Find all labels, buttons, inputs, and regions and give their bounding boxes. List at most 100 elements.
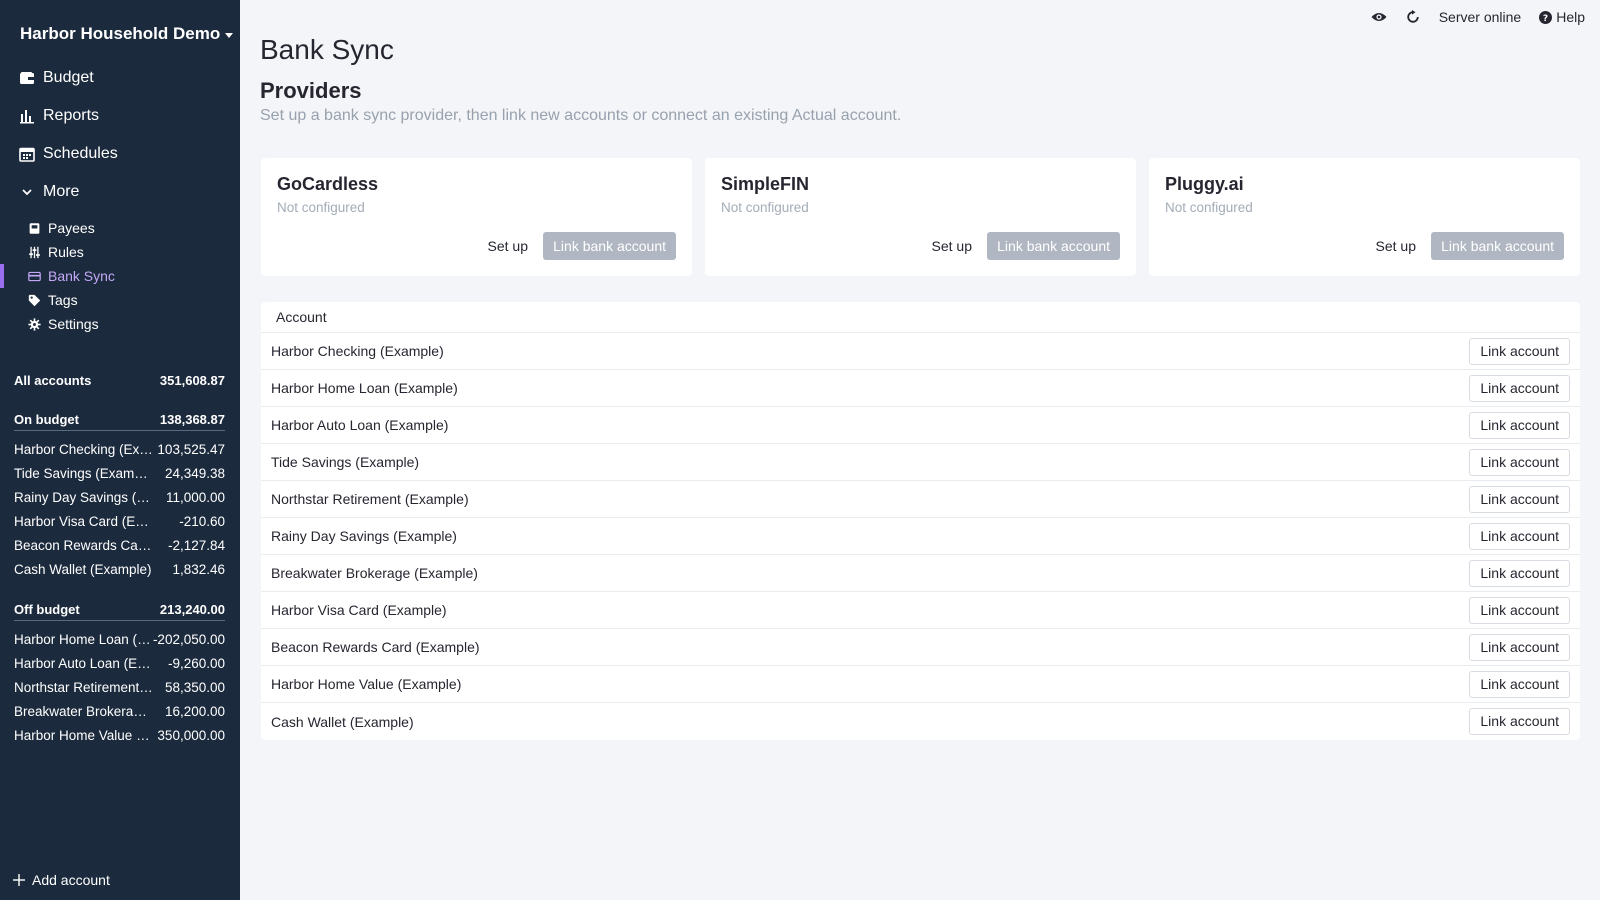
nav-bank-sync-label: Bank Sync xyxy=(48,268,115,284)
sliders-icon xyxy=(29,246,40,258)
account-item[interactable]: Tide Savings (Example) 24,349.38 xyxy=(14,466,225,481)
nav-more-label: More xyxy=(43,183,80,200)
account-name: Breakwater Brokerage (Example) xyxy=(271,565,478,581)
account-amount: -9,260.00 xyxy=(167,656,225,671)
nav-reports[interactable]: Reports xyxy=(0,97,240,135)
table-row: Harbor Home Value (Example) Link account xyxy=(261,666,1580,703)
chevron-down-icon xyxy=(22,189,32,196)
account-name: Cash Wallet (Example) xyxy=(14,562,152,577)
link-account-button[interactable]: Link account xyxy=(1469,633,1570,661)
link-account-button[interactable]: Link account xyxy=(1469,374,1570,402)
link-bank-account-button[interactable]: Link bank account xyxy=(543,232,676,260)
table-row: Harbor Home Loan (Example) Link account xyxy=(261,370,1580,407)
provider-name: SimpleFIN xyxy=(721,174,810,194)
tag-icon xyxy=(28,294,41,306)
setup-button[interactable]: Set up xyxy=(488,232,528,260)
account-item[interactable]: Harbor Home Loan (Example)-202,050.00 xyxy=(14,632,225,647)
account-item[interactable]: Northstar Retirement (Example) 58,350.00 xyxy=(14,680,225,695)
link-bank-account-button[interactable]: Link bank account xyxy=(1431,232,1564,260)
credit-card-icon xyxy=(28,271,41,281)
provider-status: Not configured xyxy=(277,200,365,215)
help-circle-icon: ? xyxy=(1539,10,1553,24)
add-account-button[interactable]: Add account xyxy=(13,872,110,888)
account-name: Harbor Home Loan (Example) xyxy=(271,380,458,396)
provider-status: Not configured xyxy=(721,200,809,215)
off-budget-group[interactable]: Off budget 213,240.00 xyxy=(14,602,225,621)
account-name: Harbor Checking (Example) xyxy=(14,442,154,457)
account-item[interactable]: Harbor Visa Card (Example) -210.60 xyxy=(14,514,225,529)
link-account-button[interactable]: Link account xyxy=(1469,708,1570,735)
account-amount: 350,000.00 xyxy=(157,728,225,743)
account-item[interactable]: Breakwater Brokerage (Example) 16,200.00 xyxy=(14,704,225,719)
privacy-toggle-button[interactable] xyxy=(1371,9,1387,25)
nav-more[interactable]: More xyxy=(0,173,240,211)
account-amount: 24,349.38 xyxy=(164,466,225,481)
budget-name-menu[interactable]: Harbor Household Demo xyxy=(20,24,234,44)
link-bank-account-button[interactable]: Link bank account xyxy=(987,232,1120,260)
account-name: Rainy Day Savings (Example) xyxy=(14,490,154,505)
account-name: Harbor Home Loan (Example) xyxy=(14,632,153,647)
provider-card-gocardless: GoCardless Not configured Set up Link ba… xyxy=(261,158,692,276)
link-account-button[interactable]: Link account xyxy=(1469,522,1570,550)
server-status[interactable]: Server online xyxy=(1439,9,1522,25)
column-header-account: Account xyxy=(276,309,327,325)
nav-budget[interactable]: Budget xyxy=(0,59,240,97)
account-name: Tide Savings (Example) xyxy=(271,454,420,470)
table-row: Breakwater Brokerage (Example) Link accou… xyxy=(261,555,1580,592)
gear-icon xyxy=(28,317,41,331)
table-row: Harbor Visa Card (Example) Link account xyxy=(261,592,1580,629)
account-amount: -202,050.00 xyxy=(152,632,225,647)
payee-icon xyxy=(29,222,40,234)
setup-button[interactable]: Set up xyxy=(932,232,972,260)
plus-icon xyxy=(13,874,25,886)
account-amount: -210.60 xyxy=(179,514,225,529)
budget-name: Harbor Household Demo xyxy=(20,24,221,43)
setup-button[interactable]: Set up xyxy=(1376,232,1416,260)
link-account-button[interactable]: Link account xyxy=(1469,559,1570,587)
account-name: Harbor Home Value (Example) xyxy=(14,728,154,743)
off-budget-label: Off budget xyxy=(14,602,80,617)
nav-settings[interactable]: Settings xyxy=(0,312,240,336)
nav-bank-sync[interactable]: Bank Sync xyxy=(0,264,240,288)
nav-rules[interactable]: Rules xyxy=(0,240,240,264)
bar-chart-icon xyxy=(20,110,34,124)
sync-button[interactable] xyxy=(1405,9,1421,25)
account-item[interactable]: Rainy Day Savings (Example) 11,000.00 xyxy=(14,490,225,505)
account-name: Harbor Auto Loan (Example) xyxy=(271,417,449,433)
nav-reports-label: Reports xyxy=(43,107,100,124)
link-account-button[interactable]: Link account xyxy=(1469,337,1570,365)
nav-payees[interactable]: Payees xyxy=(0,216,240,240)
nav-schedules[interactable]: Schedules xyxy=(0,135,240,173)
account-amount: 11,000.00 xyxy=(165,490,225,505)
account-amount: 16,200.00 xyxy=(164,704,225,719)
on-budget-group[interactable]: On budget 138,368.87 xyxy=(14,412,225,431)
svg-text:?: ? xyxy=(1543,14,1548,24)
link-account-button[interactable]: Link account xyxy=(1469,596,1570,624)
table-row: Tide Savings (Example) Link account xyxy=(261,444,1580,481)
section-title: Providers xyxy=(260,78,362,103)
link-account-button[interactable]: Link account xyxy=(1469,485,1570,513)
nav-tags-label: Tags xyxy=(48,292,78,308)
on-budget-label: On budget xyxy=(14,412,79,427)
provider-card-pluggy: Pluggy.ai Not configured Set up Link ban… xyxy=(1149,158,1580,276)
help-button[interactable]: ? Help xyxy=(1539,9,1585,25)
account-item[interactable]: Cash Wallet (Example) 1,832.46 xyxy=(14,562,225,577)
nav-budget-label: Budget xyxy=(43,69,94,86)
off-budget-amount: 213,240.00 xyxy=(159,602,225,617)
link-account-button[interactable]: Link account xyxy=(1469,670,1570,698)
nav-tags[interactable]: Tags xyxy=(0,288,240,312)
nav-rules-label: Rules xyxy=(48,244,84,260)
account-item[interactable]: Harbor Auto Loan (Example) -9,260.00 xyxy=(14,656,225,671)
link-account-button[interactable]: Link account xyxy=(1469,448,1570,476)
all-accounts[interactable]: All accounts 351,608.87 xyxy=(14,373,225,388)
link-account-button[interactable]: Link account xyxy=(1469,411,1570,439)
account-name: Tide Savings (Example) xyxy=(14,466,154,481)
account-item[interactable]: Beacon Rewards Card (Example) -2,127.84 xyxy=(14,538,225,553)
eye-icon xyxy=(1371,13,1387,21)
accounts-table: Account Harbor Checking (Example) Link ac… xyxy=(261,302,1580,740)
account-item[interactable]: Harbor Checking (Example)103,525.47 xyxy=(14,442,225,457)
account-item[interactable]: Harbor Home Value (Example)350,000.00 xyxy=(14,728,225,743)
account-amount: -2,127.84 xyxy=(167,538,225,553)
top-bar: Server online ? Help xyxy=(1371,9,1585,25)
table-row: Harbor Auto Loan (Example) Link account xyxy=(261,407,1580,444)
